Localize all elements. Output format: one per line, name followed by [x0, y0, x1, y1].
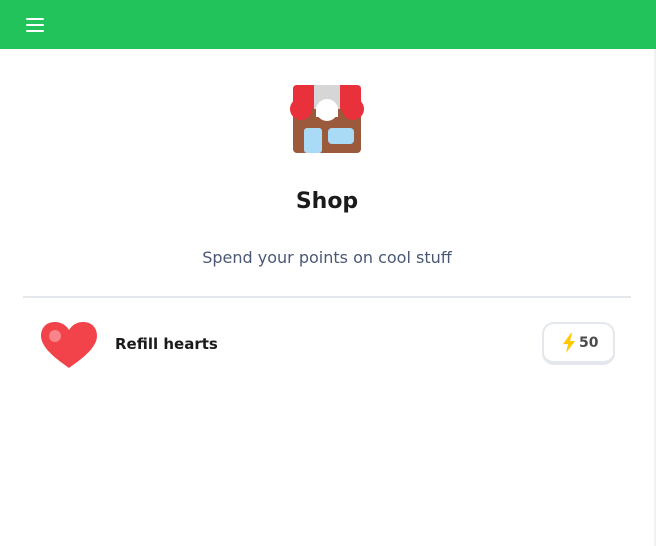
page-subtitle: Spend your points on cool stuff [202, 248, 452, 267]
buy-refill-hearts-button[interactable]: 50 [542, 322, 615, 365]
shop-item-refill-hearts: Refill hearts 50 [23, 299, 631, 391]
price-label: 50 [579, 335, 599, 351]
item-label: Refill hearts [115, 335, 218, 353]
heart-icon [41, 322, 97, 368]
storefront-icon [290, 85, 364, 153]
top-bar [0, 0, 656, 49]
lightning-bolt-icon [563, 333, 575, 353]
hamburger-menu-icon[interactable] [26, 17, 44, 32]
divider [23, 296, 631, 298]
page-title: Shop [295, 189, 359, 214]
